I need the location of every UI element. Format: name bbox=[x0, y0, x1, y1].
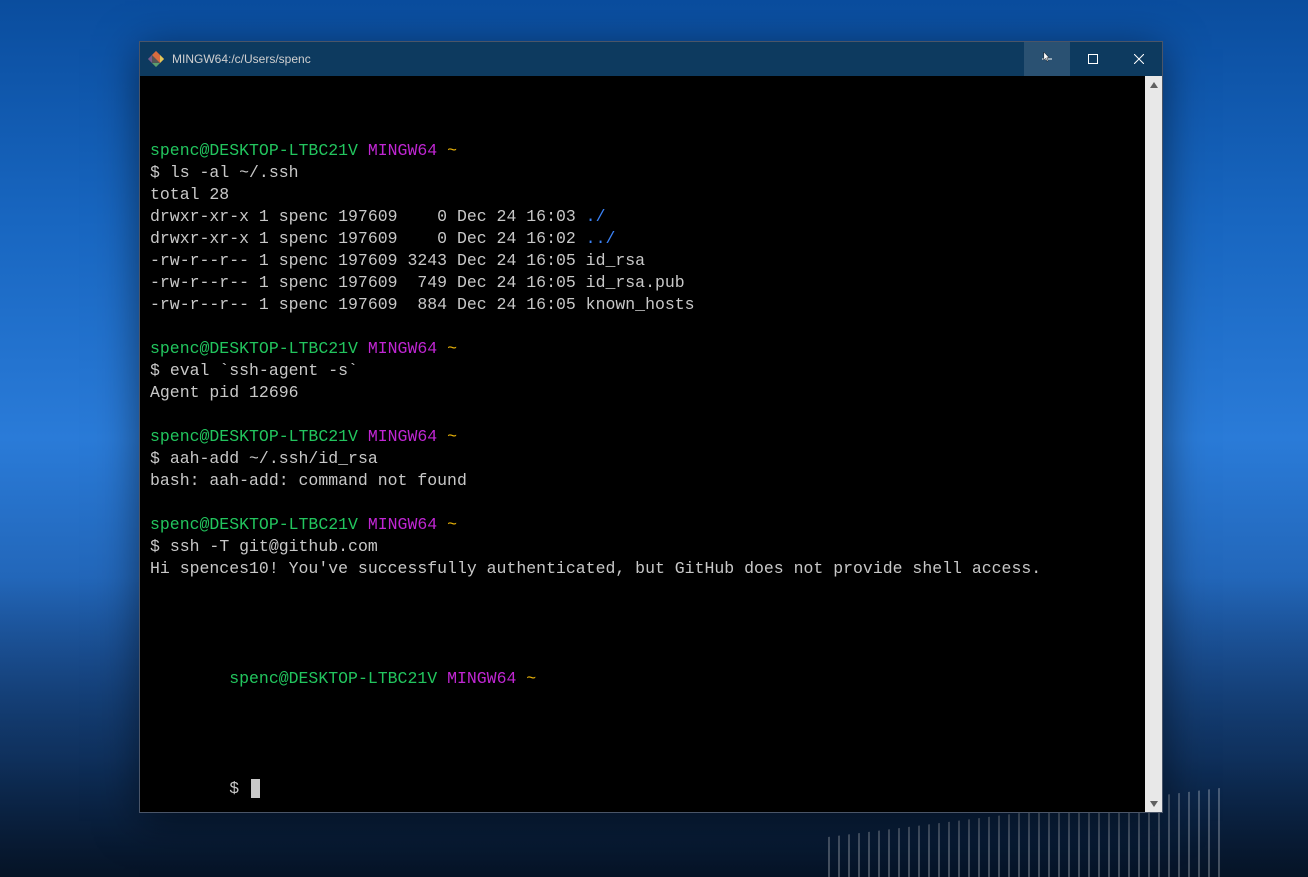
prompt-path: ~ bbox=[447, 515, 457, 534]
output-line: drwxr-xr-x 1 spenc 197609 0 Dec 24 16:02… bbox=[150, 228, 1152, 250]
output-line: total 28 bbox=[150, 184, 1152, 206]
command-line: $ ls -al ~/.ssh bbox=[150, 162, 1152, 184]
prompt-dollar: $ bbox=[150, 537, 160, 556]
terminal-window: MINGW64:/c/Users/spenc spenc@DESKTOP- bbox=[139, 41, 1163, 813]
output-text: total 28 bbox=[150, 185, 229, 204]
output-line: Agent pid 12696 bbox=[150, 382, 1152, 404]
prompt-line: spenc@DESKTOP-LTBC21V MINGW64 ~ bbox=[150, 514, 1152, 536]
prompt-dollar: $ bbox=[150, 449, 160, 468]
output-line: bash: aah-add: command not found bbox=[150, 470, 1152, 492]
output-line: -rw-r--r-- 1 spenc 197609 884 Dec 24 16:… bbox=[150, 294, 1152, 316]
prompt-line: spenc@DESKTOP-LTBC21V MINGW64 ~ bbox=[150, 426, 1152, 448]
output-line: Hi spences10! You've successfully authen… bbox=[150, 558, 1152, 580]
scrollbar-up-icon[interactable] bbox=[1145, 76, 1162, 93]
window-title: MINGW64:/c/Users/spenc bbox=[172, 52, 311, 66]
output-text: -rw-r--r-- 1 spenc 197609 749 Dec 24 16:… bbox=[150, 273, 685, 292]
window-titlebar[interactable]: MINGW64:/c/Users/spenc bbox=[140, 42, 1162, 76]
output-text: Hi spences10! You've successfully authen… bbox=[150, 559, 1041, 578]
output-text: -rw-r--r-- 1 spenc 197609 884 Dec 24 16:… bbox=[150, 295, 695, 314]
prompt-path: ~ bbox=[447, 427, 457, 446]
blank-line bbox=[150, 492, 1152, 514]
scrollbar-down-icon[interactable] bbox=[1145, 795, 1162, 812]
command-text: ssh -T git@github.com bbox=[170, 537, 378, 556]
close-button[interactable] bbox=[1116, 42, 1162, 76]
prompt-env: MINGW64 bbox=[447, 669, 516, 688]
command-text: eval `ssh-agent -s` bbox=[170, 361, 358, 380]
prompt-path: ~ bbox=[526, 669, 536, 688]
prompt-path: ~ bbox=[447, 339, 457, 358]
prompt-user: spenc@DESKTOP-LTBC21V bbox=[150, 427, 358, 446]
prompt-dollar: $ bbox=[150, 361, 160, 380]
command-line: $ aah-add ~/.ssh/id_rsa bbox=[150, 448, 1152, 470]
git-bash-icon bbox=[148, 51, 164, 67]
directory-link: ../ bbox=[586, 229, 616, 248]
command-line: $ eval `ssh-agent -s` bbox=[150, 360, 1152, 382]
prompt-user: spenc@DESKTOP-LTBC21V bbox=[150, 141, 358, 160]
output-line: -rw-r--r-- 1 spenc 197609 3243 Dec 24 16… bbox=[150, 250, 1152, 272]
prompt-env: MINGW64 bbox=[368, 339, 437, 358]
blank-line bbox=[150, 316, 1152, 338]
directory-link: ./ bbox=[586, 207, 606, 226]
output-line: drwxr-xr-x 1 spenc 197609 0 Dec 24 16:03… bbox=[150, 206, 1152, 228]
prompt-line: spenc@DESKTOP-LTBC21V MINGW64 ~ bbox=[150, 140, 1152, 162]
output-text: -rw-r--r-- 1 spenc 197609 3243 Dec 24 16… bbox=[150, 251, 645, 270]
prompt-user: spenc@DESKTOP-LTBC21V bbox=[150, 339, 358, 358]
prompt-dollar: $ bbox=[229, 779, 239, 798]
command-line: $ ssh -T git@github.com bbox=[150, 536, 1152, 558]
terminal-content: spenc@DESKTOP-LTBC21V MINGW64 ~$ ls -al … bbox=[140, 96, 1162, 866]
prompt-user: spenc@DESKTOP-LTBC21V bbox=[150, 515, 358, 534]
blank-line bbox=[150, 580, 1152, 602]
prompt-user: spenc@DESKTOP-LTBC21V bbox=[229, 669, 437, 688]
blank-line bbox=[150, 404, 1152, 426]
window-controls bbox=[1024, 42, 1162, 76]
prompt-env: MINGW64 bbox=[368, 141, 437, 160]
prompt-dollar: $ bbox=[150, 163, 160, 182]
titlebar-left: MINGW64:/c/Users/spenc bbox=[148, 51, 311, 67]
output-text: drwxr-xr-x 1 spenc 197609 0 Dec 24 16:03 bbox=[150, 207, 586, 226]
maximize-button[interactable] bbox=[1070, 42, 1116, 76]
minimize-button[interactable] bbox=[1024, 42, 1070, 76]
command-text: aah-add ~/.ssh/id_rsa bbox=[170, 449, 378, 468]
terminal-cursor bbox=[251, 779, 260, 798]
prompt-env: MINGW64 bbox=[368, 427, 437, 446]
prompt-line: spenc@DESKTOP-LTBC21V MINGW64 ~ bbox=[150, 338, 1152, 360]
output-text: bash: aah-add: command not found bbox=[150, 471, 467, 490]
scrollbar[interactable] bbox=[1145, 76, 1162, 812]
terminal-body[interactable]: spenc@DESKTOP-LTBC21V MINGW64 ~$ ls -al … bbox=[140, 76, 1162, 812]
prompt-path: ~ bbox=[447, 141, 457, 160]
command-text: ls -al ~/.ssh bbox=[170, 163, 299, 182]
prompt-env: MINGW64 bbox=[368, 515, 437, 534]
output-text: drwxr-xr-x 1 spenc 197609 0 Dec 24 16:02 bbox=[150, 229, 586, 248]
output-line: -rw-r--r-- 1 spenc 197609 749 Dec 24 16:… bbox=[150, 272, 1152, 294]
output-text: Agent pid 12696 bbox=[150, 383, 299, 402]
